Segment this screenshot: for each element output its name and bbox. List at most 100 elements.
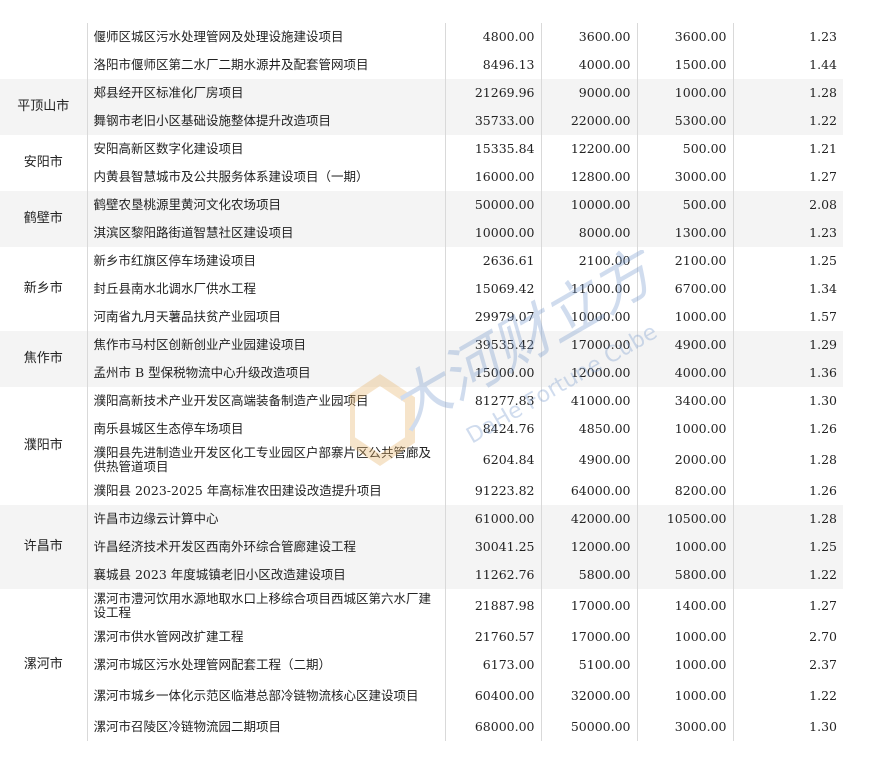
- coverage-ratio-cell: 1.22: [732, 679, 843, 713]
- project-name-cell: 漯河市城区污水处理管网配套工程（二期）: [86, 651, 445, 679]
- bond-amount-cell: 12000.00: [540, 533, 637, 561]
- coverage-ratio-cell: 1.57: [732, 303, 843, 331]
- total-investment-cell: 8424.76: [444, 415, 541, 443]
- bond-amount-cell: 42000.00: [540, 505, 637, 533]
- bond-amount-cell: 5100.00: [540, 651, 637, 679]
- table-row: 焦作市 焦作市马村区创新创业产业园建设项目 39535.42 17000.00 4900…: [0, 331, 843, 387]
- total-investment-cell: 21887.98: [444, 589, 541, 623]
- coverage-ratio-cell: 1.28: [732, 505, 843, 533]
- table-row: 新乡市 新乡市红旗区停车场建设项目 2636.61 2100.00 2100.00 1.2…: [0, 247, 843, 296]
- bond-amount-cell: 2100.00: [540, 247, 637, 275]
- table-row: 许昌市 许昌市边缘云计算中心 61000.00 42000.00 10500.00 1.2…: [0, 505, 843, 589]
- table-row: 偃师区城区污水处理管网及处理设施建设项目 4800.00 3600.00 3600.0…: [0, 23, 843, 51]
- issue-amount-cell: 10500.00: [636, 505, 733, 533]
- total-investment-cell: 2636.61: [444, 247, 541, 275]
- table-row: 封丘县南水北调水厂供水工程 15069.42 11000.00 6700.00 1.34: [0, 275, 843, 303]
- coverage-ratio-cell: 1.28: [732, 79, 843, 107]
- table-row: 濮阳县 2023-2025 年高标准农田建设改造提升项目 91223.82 6400…: [0, 477, 843, 505]
- issue-amount-cell: 1000.00: [636, 533, 733, 561]
- project-name-cell: 漯河市城乡一体化示范区临港总部冷链物流核心区建设项目: [86, 679, 445, 713]
- issue-amount-cell: 1000.00: [636, 415, 733, 443]
- project-name-cell: 偃师区城区污水处理管网及处理设施建设项目: [86, 23, 445, 51]
- coverage-ratio-cell: 1.26: [732, 415, 843, 443]
- coverage-ratio-cell: 1.30: [732, 387, 843, 415]
- project-name-cell: 封丘县南水北调水厂供水工程: [86, 275, 445, 303]
- total-investment-cell: 61000.00: [444, 505, 541, 533]
- bond-amount-cell: 9000.00: [540, 79, 637, 107]
- project-name-cell: 内黄县智慧城市及公共服务体系建设项目（一期）: [86, 163, 445, 191]
- coverage-ratio-cell: 2.37: [732, 651, 843, 679]
- bond-amount-cell: 17000.00: [540, 331, 637, 359]
- table-row: 许昌经济技术开发区西南外环综合管廊建设工程 30041.25 12000.00 100…: [0, 533, 843, 561]
- city-cell: 濮阳市: [23, 438, 63, 453]
- coverage-ratio-cell: 1.30: [732, 713, 843, 741]
- bond-amount-cell: 41000.00: [540, 387, 637, 415]
- project-name-cell: 漯河市供水管网改扩建工程: [86, 623, 445, 651]
- coverage-ratio-cell: 1.27: [732, 589, 843, 623]
- total-investment-cell: 11262.76: [444, 561, 541, 589]
- project-name-cell: 许昌市边缘云计算中心: [86, 505, 445, 533]
- project-name-cell: 漯河市召陵区冷链物流园二期项目: [86, 713, 445, 741]
- issue-amount-cell: 500.00: [636, 191, 733, 219]
- table-row: 濮阳市 濮阳高新技术产业开发区高端装备制造产业园项目 81277.83 41000.0…: [0, 387, 843, 453]
- coverage-ratio-cell: 1.26: [732, 477, 843, 505]
- bond-amount-cell: 10000.00: [540, 191, 637, 219]
- table-body: 偃师区城区污水处理管网及处理设施建设项目 4800.00 3600.00 3600.0…: [0, 23, 843, 741]
- table-row: 洛阳市偃师区第二水厂二期水源井及配套管网项目 8496.13 4000.00 1500…: [0, 51, 843, 79]
- project-name-cell: 孟州市 B 型保税物流中心升级改造项目: [86, 359, 445, 387]
- issue-amount-cell: 1300.00: [636, 219, 733, 247]
- table-row: 漯河市城区污水处理管网配套工程（二期） 6173.00 5100.00 1000.00…: [0, 651, 843, 679]
- project-name-cell: 襄城县 2023 年度城镇老旧小区改造建设项目: [86, 561, 445, 589]
- city-cell: 安阳市: [23, 155, 63, 170]
- city-cell: 平顶山市: [0, 79, 87, 135]
- city-cell: [0, 23, 87, 79]
- issue-amount-cell: 4000.00: [636, 359, 733, 387]
- table-row: 漯河市召陵区冷链物流园二期项目 68000.00 50000.00 3000.00 1.…: [0, 713, 843, 741]
- project-name-cell: 郏县经开区标准化厂房项目: [86, 79, 445, 107]
- bond-amount-cell: 17000.00: [540, 623, 637, 651]
- issue-amount-cell: 1500.00: [636, 51, 733, 79]
- bond-amount-cell: 12000.00: [540, 359, 637, 387]
- table-row: 内黄县智慧城市及公共服务体系建设项目（一期） 16000.00 12800.00 30…: [0, 163, 843, 191]
- bond-amount-cell: 4900.00: [540, 443, 637, 477]
- table-row: 鹤壁市 鹤壁农垦桃源里黄河文化农场项目 50000.00 10000.00 500.00…: [0, 191, 843, 247]
- total-investment-cell: 6173.00: [444, 651, 541, 679]
- issue-amount-cell: 2000.00: [636, 443, 733, 477]
- issue-amount-cell: 3000.00: [636, 713, 733, 741]
- coverage-ratio-cell: 1.28: [732, 443, 843, 477]
- project-name-cell: 焦作市马村区创新创业产业园建设项目: [86, 331, 445, 359]
- project-name-cell: 漯河市澧河饮用水源地取水口上移综合项目西城区第六水厂建设工程: [86, 589, 445, 623]
- total-investment-cell: 50000.00: [444, 191, 541, 219]
- total-investment-cell: 15335.84: [444, 135, 541, 163]
- coverage-ratio-cell: 1.25: [732, 533, 843, 561]
- bond-amount-cell: 32000.00: [540, 679, 637, 713]
- table-row: 平顶山市 郏县经开区标准化厂房项目 21269.96 9000.00 1000.00 1.…: [0, 79, 843, 135]
- table-row: 漯河市 漯河市澧河饮用水源地取水口上移综合项目西城区第六水厂建设工程 21887.9…: [0, 589, 843, 672]
- city-cell: 漯河市: [23, 657, 63, 672]
- project-name-cell: 新乡市红旗区停车场建设项目: [86, 247, 445, 275]
- coverage-ratio-cell: 1.29: [732, 331, 843, 359]
- coverage-ratio-cell: 1.34: [732, 275, 843, 303]
- bond-amount-cell: 50000.00: [540, 713, 637, 741]
- project-name-cell: 洛阳市偃师区第二水厂二期水源井及配套管网项目: [86, 51, 445, 79]
- bond-amount-cell: 17000.00: [540, 589, 637, 623]
- table-row: 舞钢市老旧小区基础设施整体提升改造项目 35733.00 22000.00 5300.…: [0, 107, 843, 135]
- total-investment-cell: 60400.00: [444, 679, 541, 713]
- issue-amount-cell: 8200.00: [636, 477, 733, 505]
- total-investment-cell: 4800.00: [444, 23, 541, 51]
- coverage-ratio-cell: 1.27: [732, 163, 843, 191]
- project-name-cell: 许昌经济技术开发区西南外环综合管廊建设工程: [86, 533, 445, 561]
- issue-amount-cell: 1000.00: [636, 79, 733, 107]
- issue-amount-cell: 3000.00: [636, 163, 733, 191]
- total-investment-cell: 8496.13: [444, 51, 541, 79]
- total-investment-cell: 30041.25: [444, 533, 541, 561]
- issue-amount-cell: 1000.00: [636, 303, 733, 331]
- bond-amount-cell: 10000.00: [540, 303, 637, 331]
- project-name-cell: 鹤壁农垦桃源里黄河文化农场项目: [86, 191, 445, 219]
- bond-amount-cell: 12200.00: [540, 135, 637, 163]
- issue-amount-cell: 1000.00: [636, 679, 733, 713]
- coverage-ratio-cell: 1.21: [732, 135, 843, 163]
- bond-amount-cell: 8000.00: [540, 219, 637, 247]
- city-cell: 新乡市: [23, 281, 63, 296]
- total-investment-cell: 81277.83: [444, 387, 541, 415]
